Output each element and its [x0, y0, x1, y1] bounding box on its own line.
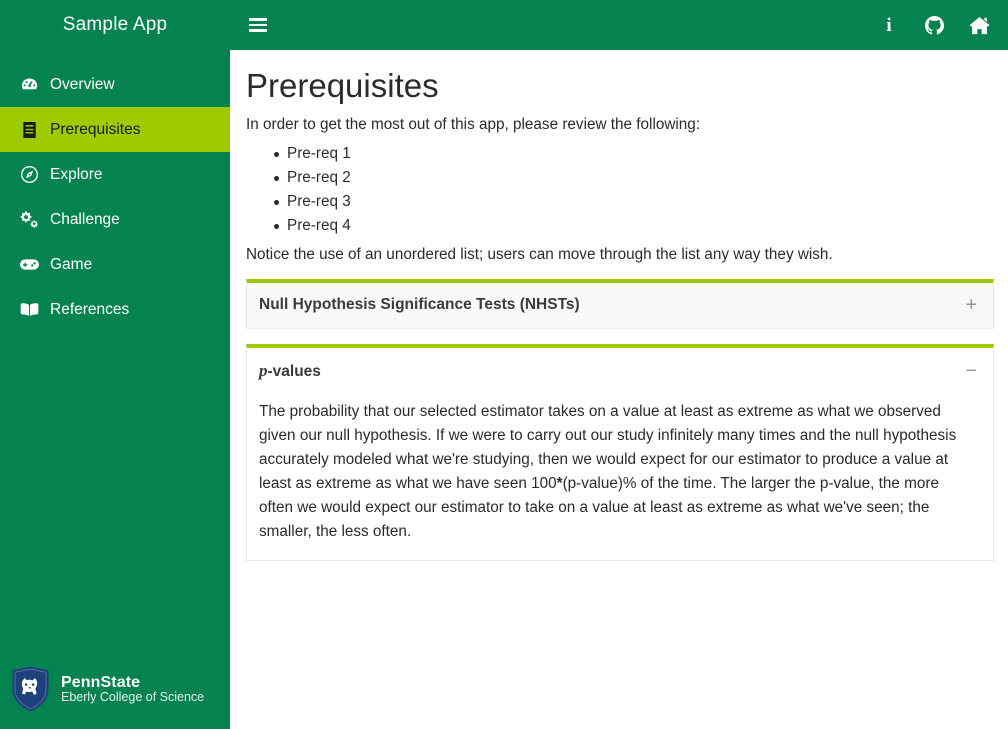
penn-state-shield-icon: [10, 665, 51, 713]
accordion-panel-nhst: Null Hypothesis Significance Tests (NHST…: [246, 279, 994, 330]
penn-state-logo: PennState Eberly College of Science: [10, 665, 204, 713]
list-item: Pre-req 2: [246, 166, 994, 190]
plus-icon[interactable]: +: [965, 295, 977, 315]
info-icon[interactable]: i: [878, 13, 900, 37]
accordion-title-italic: p: [259, 361, 268, 381]
penn-state-title: PennState: [61, 673, 141, 691]
accordion-panel-pvalues: p-values − The probability that our sele…: [246, 344, 994, 562]
accordion: Null Hypothesis Significance Tests (NHST…: [246, 279, 994, 562]
hamburger-bar: [249, 23, 267, 27]
sidebar-item-game[interactable]: Game: [0, 242, 230, 287]
accordion-title: p-values: [259, 361, 321, 381]
sidebar-item-overview[interactable]: Overview: [0, 62, 230, 107]
home-icon[interactable]: [968, 13, 990, 37]
github-icon[interactable]: [923, 13, 945, 37]
list-item: Pre-req 3: [246, 190, 994, 214]
hamburger-bar: [249, 18, 267, 21]
sidebar-item-explore[interactable]: Explore: [0, 152, 230, 197]
book-open-icon: [18, 300, 40, 320]
sidebar-nav: Overview Prerequisites Explore Challenge…: [0, 50, 230, 332]
dashboard-icon: [18, 75, 40, 95]
sidebar-item-challenge[interactable]: Challenge: [0, 197, 230, 242]
sidebar-item-label: Game: [50, 255, 93, 273]
penn-state-subtitle: Eberly College of Science: [61, 689, 205, 704]
app-root: Sample App i Overview Prerequisites Expl…: [0, 0, 1008, 729]
sidebar-item-label: Challenge: [50, 210, 120, 228]
sidebar-item-references[interactable]: References: [0, 287, 230, 332]
prerequisites-list: Pre-req 1 Pre-req 2 Pre-req 3 Pre-req 4: [246, 142, 994, 238]
accordion-header-pvalues[interactable]: p-values −: [246, 344, 994, 401]
sidebar-item-label: Explore: [50, 165, 103, 183]
info-glyph: i: [886, 14, 892, 36]
penn-state-wordmark: PennState Eberly College of Science: [61, 674, 204, 705]
accordion-title-rest: -values: [267, 363, 321, 381]
sidebar-item-label: References: [50, 300, 130, 318]
accordion-title: Null Hypothesis Significance Tests (NHST…: [259, 296, 580, 314]
intro-text: In order to get the most out of this app…: [246, 116, 701, 134]
app-brand-title: Sample App: [62, 14, 168, 35]
main-content: Prerequisites In order to get the most o…: [230, 50, 1008, 729]
accordion-header-nhst[interactable]: Null Hypothesis Significance Tests (NHST…: [246, 279, 994, 330]
accordion-body-pvalues: The probability that our selected estima…: [246, 400, 994, 562]
top-header-bar: Sample App i: [0, 0, 1008, 50]
page-title: Prerequisites: [246, 67, 439, 104]
sidebar-item-label: Prerequisites: [50, 120, 141, 138]
list-item: Pre-req 4: [246, 214, 994, 238]
list-item: Pre-req 1: [246, 142, 994, 166]
book-list-icon: [18, 120, 40, 140]
header-actions: i: [878, 0, 1002, 50]
note-text: Notice the use of an unordered list; use…: [246, 246, 833, 264]
compass-icon: [18, 165, 40, 185]
minus-icon[interactable]: −: [965, 361, 977, 381]
sidebar-item-prerequisites[interactable]: Prerequisites: [0, 107, 230, 152]
hamburger-icon[interactable]: [249, 16, 267, 34]
cogs-icon: [18, 210, 40, 230]
sidebar: Overview Prerequisites Explore Challenge…: [0, 50, 230, 729]
sidebar-item-label: Overview: [50, 75, 115, 93]
gamepad-icon: [18, 255, 40, 275]
hamburger-bar: [249, 29, 267, 32]
